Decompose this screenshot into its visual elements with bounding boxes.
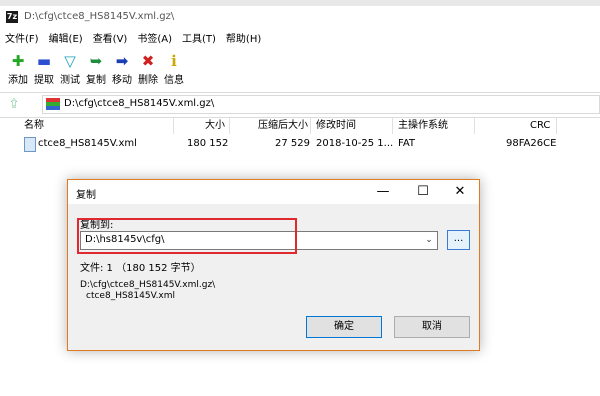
menu-bar: 文件(F) 编辑(E) 查看(V) 书签(A) 工具(T) 帮助(H): [0, 32, 600, 48]
file-count-info: 文件: 1 （180 152 字节）: [80, 263, 201, 274]
close-icon[interactable]: ✕: [442, 181, 478, 203]
app-7zip-icon: 7z: [6, 11, 18, 23]
maximize-icon[interactable]: ☐: [405, 181, 441, 203]
source-path: D:\cfg\ctce8_HS8145V.xml.gz\: [80, 280, 216, 290]
info-icon: ℹ: [171, 52, 177, 70]
column-divider: [310, 118, 311, 134]
file-size: 180 152: [187, 138, 229, 149]
menu-file[interactable]: 文件(F): [0, 32, 44, 48]
toolbar: ✚ 添加 ▬ 提取 ▽ 测试 ➥ 复制 ➡ 移动 ✖ 删除 ℹ 信息: [6, 52, 186, 88]
copy-label: 复制: [86, 75, 106, 86]
copy-icon: ➥: [89, 52, 103, 70]
column-divider: [229, 118, 230, 134]
column-divider: [173, 118, 174, 134]
source-file: ctce8_HS8145V.xml: [86, 291, 176, 301]
archive-icon: [46, 98, 60, 110]
copy-button[interactable]: ➥ 复制: [84, 52, 108, 88]
add-button[interactable]: ✚ 添加: [6, 52, 30, 88]
column-divider: [392, 118, 393, 134]
file-os: FAT: [398, 138, 416, 149]
test-label: 测试: [60, 75, 80, 86]
column-divider: [556, 118, 557, 134]
column-divider: [474, 118, 475, 134]
extract-icon: ▬: [36, 52, 52, 70]
extract-button[interactable]: ▬ 提取: [32, 52, 56, 88]
add-label: 添加: [8, 75, 28, 86]
minimize-icon[interactable]: —: [365, 181, 401, 203]
column-header-name[interactable]: 名称: [24, 118, 44, 134]
dialog-title: 复制: [76, 190, 96, 201]
file-crc: 98FA26CE: [506, 138, 557, 149]
delete-button[interactable]: ✖ 删除: [136, 52, 160, 88]
delete-icon: ✖: [141, 52, 155, 70]
info-label: 信息: [164, 75, 184, 86]
ok-button[interactable]: 确定: [306, 316, 382, 338]
add-icon: ✚: [11, 52, 25, 70]
file-name[interactable]: ctce8_HS8145V.xml: [38, 137, 137, 151]
address-path: D:\cfg\ctce8_HS8145V.xml.gz\: [64, 98, 215, 109]
menu-bookmarks[interactable]: 书签(A): [132, 32, 177, 48]
file-modified: 2018-10-25 1...: [316, 138, 394, 149]
cancel-button[interactable]: 取消: [394, 316, 470, 338]
menu-help[interactable]: 帮助(H): [221, 32, 266, 48]
test-button[interactable]: ▽ 测试: [58, 52, 82, 88]
file-icon: [24, 137, 36, 152]
move-button[interactable]: ➡ 移动: [110, 52, 134, 88]
column-header-size[interactable]: 大小: [205, 118, 225, 134]
info-button[interactable]: ℹ 信息: [162, 52, 186, 88]
move-icon: ➡: [115, 52, 129, 70]
column-header-os[interactable]: 主操作系统: [398, 118, 448, 134]
column-header-crc[interactable]: CRC: [530, 118, 550, 134]
menu-edit[interactable]: 编辑(E): [44, 32, 88, 48]
delete-label: 删除: [138, 75, 158, 86]
menu-view[interactable]: 查看(V): [88, 32, 133, 48]
up-folder-icon[interactable]: ⮸: [6, 96, 22, 112]
column-header-packed[interactable]: 压缩后大小: [258, 118, 308, 134]
browse-button[interactable]: ...: [447, 230, 470, 250]
window-title: D:\cfg\ctce8_HS8145V.xml.gz\: [24, 11, 175, 22]
extract-label: 提取: [34, 75, 54, 86]
chevron-down-icon[interactable]: ⌄: [422, 232, 436, 248]
move-label: 移动: [112, 75, 132, 86]
menu-tools[interactable]: 工具(T): [177, 32, 221, 48]
test-icon: ▽: [64, 52, 76, 70]
file-packed-size: 27 529: [275, 138, 310, 149]
column-header-modified[interactable]: 修改时间: [316, 118, 356, 134]
annotation-highlight-box: [77, 218, 297, 254]
